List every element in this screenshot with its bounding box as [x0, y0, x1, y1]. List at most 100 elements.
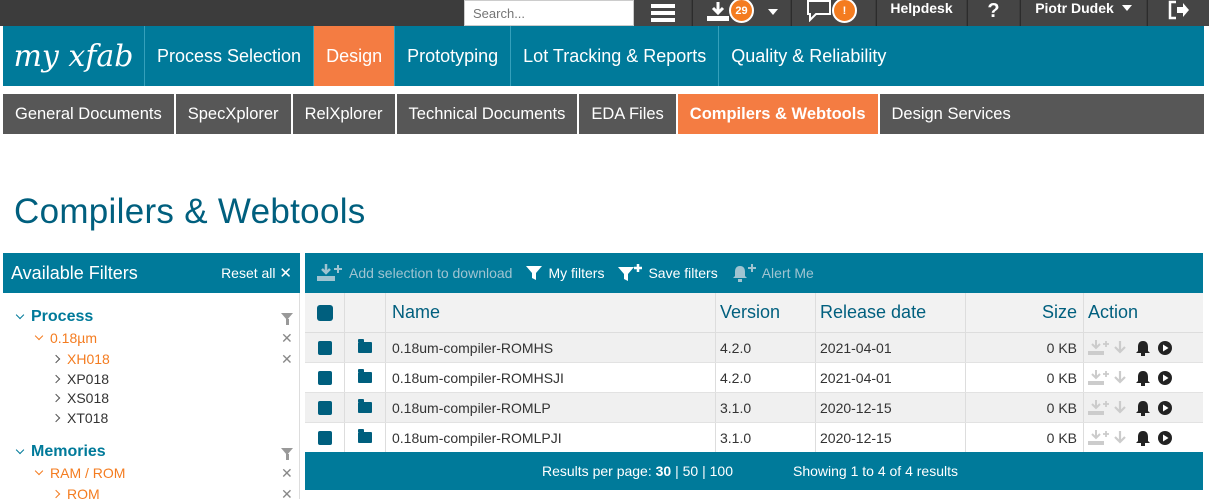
remove-filter-icon[interactable]: ✕	[281, 330, 293, 347]
row-checkbox[interactable]	[317, 340, 332, 355]
help-button[interactable]: ?	[967, 0, 1019, 26]
chevron-right-icon	[51, 413, 61, 423]
bell-icon[interactable]	[1135, 340, 1151, 356]
search-input[interactable]	[464, 0, 634, 26]
filter-icon[interactable]	[281, 313, 293, 325]
download-icon	[707, 2, 729, 21]
row-checkbox[interactable]	[317, 400, 332, 415]
play-icon[interactable]	[1157, 370, 1173, 386]
per-page-30[interactable]: 30	[656, 463, 672, 479]
filter-label: 0.18µm	[50, 330, 97, 346]
filter-group-process[interactable]: Process	[15, 308, 93, 326]
add-selection-label: Add selection to download	[349, 265, 513, 281]
download-icon[interactable]	[1112, 370, 1128, 386]
folder-icon	[358, 429, 372, 443]
downloads-button[interactable]: 29	[692, 0, 790, 26]
filter-xh018[interactable]: XH018	[51, 351, 110, 367]
save-filters-button[interactable]: Save filters	[618, 264, 718, 282]
table-row[interactable]: 0.18um-compiler-ROMLPJI 3.1.0 2020-12-15 0 …	[305, 423, 1203, 453]
chevron-right-icon	[51, 354, 61, 364]
filter-ram-rom[interactable]: RAM / ROM	[34, 465, 125, 481]
nav-lot-tracking[interactable]: Lot Tracking & Reports	[511, 26, 720, 86]
my-filters-button[interactable]: My filters	[526, 265, 604, 281]
per-page-100[interactable]: 100	[710, 463, 733, 479]
bell-icon[interactable]	[1135, 370, 1151, 386]
logout-button[interactable]	[1147, 0, 1209, 26]
menu-button[interactable]	[634, 0, 691, 26]
tab-specxplorer[interactable]: SpecXplorer	[176, 94, 293, 134]
per-page-50[interactable]: 50	[683, 463, 699, 479]
chevron-down-icon	[34, 331, 44, 341]
chevron-down-icon	[768, 9, 778, 15]
row-checkbox[interactable]	[317, 430, 332, 445]
row-actions	[1084, 333, 1203, 362]
server-icon	[650, 4, 675, 22]
tab-eda-files[interactable]: EDA Files	[579, 94, 678, 134]
nav-process-selection[interactable]: Process Selection	[145, 26, 315, 86]
play-icon[interactable]	[1157, 430, 1173, 446]
tab-compilers-webtools[interactable]: Compilers & Webtools	[677, 94, 880, 134]
row-name[interactable]: 0.18um-compiler-ROMLPJI	[386, 423, 716, 452]
row-version: 4.2.0	[716, 363, 816, 392]
nav-design[interactable]: Design	[314, 26, 396, 86]
tab-design-services[interactable]: Design Services	[880, 94, 1023, 134]
select-all-checkbox[interactable]	[316, 304, 333, 321]
filter-xp018[interactable]: XP018	[51, 371, 109, 387]
filter-xs018[interactable]: XS018	[51, 390, 109, 406]
filter-group-memories[interactable]: Memories	[15, 443, 106, 461]
row-size: 0 KB	[966, 363, 1084, 392]
tab-relxplorer[interactable]: RelXplorer	[293, 94, 397, 134]
alert-me-button[interactable]: Alert Me	[732, 264, 814, 282]
table-row[interactable]: 0.18um-compiler-ROMLP 3.1.0 2020-12-15 0 KB	[305, 393, 1203, 423]
filter-xt018[interactable]: XT018	[51, 410, 109, 426]
tab-general-documents[interactable]: General Documents	[3, 94, 176, 134]
row-checkbox[interactable]	[317, 370, 332, 385]
row-name[interactable]: 0.18um-compiler-ROMHS	[386, 333, 716, 362]
nav-quality-reliability[interactable]: Quality & Reliability	[719, 26, 898, 86]
helpdesk-link[interactable]: Helpdesk	[876, 0, 966, 26]
play-icon[interactable]	[1157, 400, 1173, 416]
add-to-download-icon[interactable]	[1088, 339, 1110, 356]
row-name[interactable]: 0.18um-compiler-ROMHSJI	[386, 363, 716, 392]
user-name: Piotr Dudek	[1035, 0, 1114, 16]
filters-header: Available Filters Reset all ✕	[3, 253, 300, 293]
row-version: 3.1.0	[716, 393, 816, 422]
download-icon[interactable]	[1112, 400, 1128, 416]
column-release-date[interactable]: Release date	[816, 293, 966, 332]
add-to-download-icon[interactable]	[1088, 399, 1110, 416]
table-row[interactable]: 0.18um-compiler-ROMHS 4.2.0 2021-04-01 0 KB	[305, 333, 1203, 363]
select-all-checkbox-cell	[305, 293, 345, 332]
results-count: Showing 1 to 4 of 4 results	[793, 463, 958, 479]
user-menu[interactable]: Piotr Dudek	[1020, 0, 1146, 26]
add-to-download-icon[interactable]	[1088, 369, 1110, 386]
filters-title: Available Filters	[11, 262, 138, 283]
filter-label: XT018	[67, 410, 109, 426]
row-name[interactable]: 0.18um-compiler-ROMLP	[386, 393, 716, 422]
reset-all-label: Reset all	[221, 265, 276, 281]
download-icon[interactable]	[1112, 430, 1128, 446]
chevron-down-icon	[15, 445, 25, 455]
column-name[interactable]: Name	[386, 293, 716, 332]
play-icon[interactable]	[1157, 340, 1173, 356]
bell-icon[interactable]	[1135, 400, 1151, 416]
filter-rom[interactable]: ROM	[51, 486, 100, 502]
column-size[interactable]: Size	[966, 293, 1084, 332]
download-icon[interactable]	[1112, 340, 1128, 356]
tab-technical-documents[interactable]: Technical Documents	[397, 94, 580, 134]
column-version[interactable]: Version	[716, 293, 816, 332]
add-selection-button[interactable]: Add selection to download	[317, 264, 512, 282]
reset-all-button[interactable]: Reset all ✕	[221, 264, 292, 282]
table-row[interactable]: 0.18um-compiler-ROMHSJI 4.2.0 2021-04-01 0 …	[305, 363, 1203, 393]
xfab-logo[interactable]: my xfab	[3, 26, 145, 86]
notifications-button[interactable]: !	[791, 0, 875, 26]
chevron-right-icon	[51, 393, 61, 403]
filter-process-018[interactable]: 0.18µm	[34, 330, 97, 346]
remove-filter-icon[interactable]: ✕	[281, 465, 293, 482]
add-to-download-icon[interactable]	[1088, 429, 1110, 446]
remove-filter-icon[interactable]: ✕	[281, 486, 293, 503]
filter-icon[interactable]	[281, 448, 293, 460]
nav-prototyping[interactable]: Prototyping	[395, 26, 512, 86]
row-release-date: 2021-04-01	[816, 333, 966, 362]
remove-filter-icon[interactable]: ✕	[281, 351, 293, 368]
bell-icon[interactable]	[1135, 430, 1151, 446]
